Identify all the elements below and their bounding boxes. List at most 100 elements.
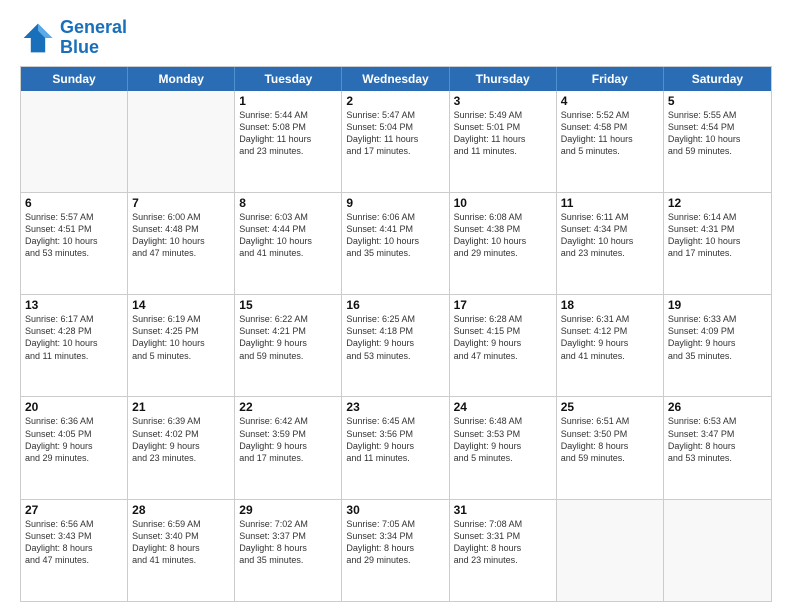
calendar-cell: 25Sunrise: 6:51 AMSunset: 3:50 PMDayligh… bbox=[557, 397, 664, 498]
calendar-row: 27Sunrise: 6:56 AMSunset: 3:43 PMDayligh… bbox=[21, 499, 771, 601]
day-number: 1 bbox=[239, 94, 337, 108]
cell-line: Sunrise: 6:33 AM bbox=[668, 313, 767, 325]
day-number: 21 bbox=[132, 400, 230, 414]
cell-line: and 47 minutes. bbox=[132, 247, 230, 259]
cell-line: and 47 minutes. bbox=[454, 350, 552, 362]
day-number: 9 bbox=[346, 196, 444, 210]
cell-line: Sunset: 4:28 PM bbox=[25, 325, 123, 337]
day-number: 29 bbox=[239, 503, 337, 517]
cell-line: and 11 minutes. bbox=[454, 145, 552, 157]
calendar-cell bbox=[128, 91, 235, 192]
cell-line: Sunrise: 5:49 AM bbox=[454, 109, 552, 121]
cell-line: Sunrise: 6:28 AM bbox=[454, 313, 552, 325]
cell-line: Daylight: 10 hours bbox=[25, 337, 123, 349]
calendar-cell: 8Sunrise: 6:03 AMSunset: 4:44 PMDaylight… bbox=[235, 193, 342, 294]
cell-line: and 29 minutes. bbox=[25, 452, 123, 464]
cell-line: Daylight: 8 hours bbox=[239, 542, 337, 554]
calendar-cell: 18Sunrise: 6:31 AMSunset: 4:12 PMDayligh… bbox=[557, 295, 664, 396]
cell-line: Daylight: 10 hours bbox=[561, 235, 659, 247]
cell-line: Daylight: 8 hours bbox=[132, 542, 230, 554]
day-number: 22 bbox=[239, 400, 337, 414]
cell-line: Sunset: 3:37 PM bbox=[239, 530, 337, 542]
cell-line: Daylight: 10 hours bbox=[132, 337, 230, 349]
cell-line: Daylight: 8 hours bbox=[346, 542, 444, 554]
day-number: 17 bbox=[454, 298, 552, 312]
cell-line: Sunset: 4:58 PM bbox=[561, 121, 659, 133]
cell-line: and 11 minutes. bbox=[25, 350, 123, 362]
cell-line: Sunrise: 5:52 AM bbox=[561, 109, 659, 121]
weekday-header: Wednesday bbox=[342, 67, 449, 91]
day-number: 24 bbox=[454, 400, 552, 414]
cell-line: Daylight: 8 hours bbox=[668, 440, 767, 452]
cell-line: Sunrise: 7:08 AM bbox=[454, 518, 552, 530]
calendar-row: 13Sunrise: 6:17 AMSunset: 4:28 PMDayligh… bbox=[21, 294, 771, 396]
day-number: 20 bbox=[25, 400, 123, 414]
cell-line: Daylight: 10 hours bbox=[346, 235, 444, 247]
cell-line: and 41 minutes. bbox=[239, 247, 337, 259]
weekday-header: Tuesday bbox=[235, 67, 342, 91]
cell-line: Sunrise: 6:25 AM bbox=[346, 313, 444, 325]
cell-line: Sunrise: 5:57 AM bbox=[25, 211, 123, 223]
cell-line: Sunset: 4:38 PM bbox=[454, 223, 552, 235]
cell-line: Sunrise: 6:11 AM bbox=[561, 211, 659, 223]
cell-line: and 53 minutes. bbox=[346, 350, 444, 362]
cell-line: Sunset: 3:50 PM bbox=[561, 428, 659, 440]
cell-line: Sunrise: 6:14 AM bbox=[668, 211, 767, 223]
weekday-header: Saturday bbox=[664, 67, 771, 91]
calendar-cell: 21Sunrise: 6:39 AMSunset: 4:02 PMDayligh… bbox=[128, 397, 235, 498]
logo-text: General Blue bbox=[60, 18, 127, 58]
calendar-cell: 7Sunrise: 6:00 AMSunset: 4:48 PMDaylight… bbox=[128, 193, 235, 294]
cell-line: Daylight: 8 hours bbox=[561, 440, 659, 452]
cell-line: Sunset: 4:41 PM bbox=[346, 223, 444, 235]
cell-line: Sunset: 4:12 PM bbox=[561, 325, 659, 337]
cell-line: and 59 minutes. bbox=[239, 350, 337, 362]
logo: General Blue bbox=[20, 18, 127, 58]
cell-line: and 53 minutes. bbox=[25, 247, 123, 259]
cell-line: and 41 minutes. bbox=[561, 350, 659, 362]
cell-line: Sunset: 4:25 PM bbox=[132, 325, 230, 337]
calendar-cell: 22Sunrise: 6:42 AMSunset: 3:59 PMDayligh… bbox=[235, 397, 342, 498]
cell-line: Sunset: 3:47 PM bbox=[668, 428, 767, 440]
calendar-header: SundayMondayTuesdayWednesdayThursdayFrid… bbox=[21, 67, 771, 91]
cell-line: Sunrise: 6:00 AM bbox=[132, 211, 230, 223]
day-number: 7 bbox=[132, 196, 230, 210]
cell-line: Sunset: 3:59 PM bbox=[239, 428, 337, 440]
cell-line: Daylight: 10 hours bbox=[25, 235, 123, 247]
cell-line: and 23 minutes. bbox=[132, 452, 230, 464]
weekday-header: Monday bbox=[128, 67, 235, 91]
cell-line: Sunset: 5:04 PM bbox=[346, 121, 444, 133]
calendar-cell: 10Sunrise: 6:08 AMSunset: 4:38 PMDayligh… bbox=[450, 193, 557, 294]
cell-line: and 5 minutes. bbox=[454, 452, 552, 464]
calendar-cell: 23Sunrise: 6:45 AMSunset: 3:56 PMDayligh… bbox=[342, 397, 449, 498]
day-number: 30 bbox=[346, 503, 444, 517]
day-number: 13 bbox=[25, 298, 123, 312]
calendar-cell bbox=[664, 500, 771, 601]
cell-line: Sunrise: 6:08 AM bbox=[454, 211, 552, 223]
cell-line: and 5 minutes. bbox=[132, 350, 230, 362]
calendar-cell: 11Sunrise: 6:11 AMSunset: 4:34 PMDayligh… bbox=[557, 193, 664, 294]
cell-line: Sunset: 4:15 PM bbox=[454, 325, 552, 337]
day-number: 3 bbox=[454, 94, 552, 108]
calendar-cell: 15Sunrise: 6:22 AMSunset: 4:21 PMDayligh… bbox=[235, 295, 342, 396]
calendar-row: 20Sunrise: 6:36 AMSunset: 4:05 PMDayligh… bbox=[21, 396, 771, 498]
cell-line: Sunrise: 6:19 AM bbox=[132, 313, 230, 325]
cell-line: Sunrise: 6:48 AM bbox=[454, 415, 552, 427]
calendar-cell: 16Sunrise: 6:25 AMSunset: 4:18 PMDayligh… bbox=[342, 295, 449, 396]
day-number: 8 bbox=[239, 196, 337, 210]
day-number: 14 bbox=[132, 298, 230, 312]
weekday-header: Sunday bbox=[21, 67, 128, 91]
cell-line: Daylight: 9 hours bbox=[454, 440, 552, 452]
cell-line: Sunset: 3:40 PM bbox=[132, 530, 230, 542]
day-number: 2 bbox=[346, 94, 444, 108]
day-number: 6 bbox=[25, 196, 123, 210]
cell-line: Sunset: 4:48 PM bbox=[132, 223, 230, 235]
calendar-cell: 3Sunrise: 5:49 AMSunset: 5:01 PMDaylight… bbox=[450, 91, 557, 192]
cell-line: Daylight: 9 hours bbox=[668, 337, 767, 349]
cell-line: Sunrise: 5:55 AM bbox=[668, 109, 767, 121]
cell-line: Daylight: 11 hours bbox=[346, 133, 444, 145]
cell-line: Sunrise: 6:06 AM bbox=[346, 211, 444, 223]
cell-line: Sunrise: 6:17 AM bbox=[25, 313, 123, 325]
cell-line: and 17 minutes. bbox=[239, 452, 337, 464]
cell-line: Daylight: 11 hours bbox=[561, 133, 659, 145]
cell-line: and 5 minutes. bbox=[561, 145, 659, 157]
